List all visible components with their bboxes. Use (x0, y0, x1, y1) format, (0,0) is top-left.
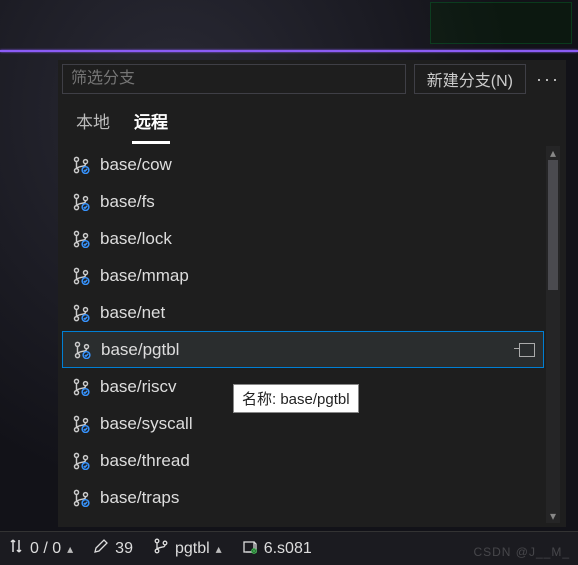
panel-header: 新建分支(N) ··· (58, 60, 566, 100)
branch-label: base/lock (100, 229, 534, 249)
repo-icon (242, 538, 258, 559)
scrollbar[interactable]: ▴ ▾ (546, 146, 560, 523)
chevron-up-icon: ▴ (67, 542, 73, 556)
branch-label: base/mmap (100, 266, 534, 286)
branch-label: base/thread (100, 451, 534, 471)
remote-branch-icon (72, 267, 90, 285)
pencil-icon (93, 538, 109, 559)
status-repo[interactable]: 6.s081 (242, 538, 312, 559)
remote-branch-icon (72, 193, 90, 211)
remote-branch-icon (72, 415, 90, 433)
remote-branch-icon (72, 230, 90, 248)
list-item[interactable]: base/thread (62, 442, 544, 479)
remote-branch-icon (73, 341, 91, 359)
list-item[interactable]: base/traps (62, 479, 544, 516)
branch-icon (153, 538, 169, 559)
new-branch-button[interactable]: 新建分支(N) (414, 64, 526, 94)
branch-list-wrap: base/cow base/fs base/lock base/mmap base/ne… (62, 146, 562, 523)
remote-branch-icon (72, 378, 90, 396)
sync-count: 0 / 0 (30, 540, 61, 558)
branch-label: base/net (100, 303, 534, 323)
remote-branch-icon (72, 156, 90, 174)
status-sync[interactable]: 0 / 0 ▴ (8, 538, 73, 559)
branch-picker-panel: 新建分支(N) ··· 本地 远程 base/cow base/fs base/lo… (58, 60, 566, 527)
panel-top-divider (0, 50, 578, 52)
status-branch[interactable]: pgtbl ▴ (153, 538, 222, 559)
remote-branch-icon (72, 304, 90, 322)
branch-name: pgtbl (175, 540, 210, 558)
branch-list: base/cow base/fs base/lock base/mmap base/ne… (62, 146, 544, 523)
list-item[interactable]: base/lock (62, 220, 544, 257)
scroll-down-button[interactable]: ▾ (546, 509, 560, 523)
status-changes[interactable]: 39 (93, 538, 133, 559)
remote-branch-icon (72, 489, 90, 507)
branch-label: base/pgtbl (101, 340, 509, 360)
status-bar: 0 / 0 ▴ 39 pgtbl ▴ 6.s081 (0, 531, 578, 565)
chevron-up-icon: ▴ (216, 542, 222, 556)
branch-label: base/traps (100, 488, 534, 508)
remote-branch-icon (72, 452, 90, 470)
scroll-thumb[interactable] (548, 160, 558, 290)
scroll-up-button[interactable]: ▴ (546, 146, 560, 160)
branch-tooltip: 名称: base/pgtbl (233, 384, 359, 413)
more-actions-button[interactable]: ··· (534, 64, 562, 94)
branch-tabs: 本地 远程 (58, 100, 566, 144)
tab-local[interactable]: 本地 (74, 106, 112, 144)
list-item[interactable]: base/net (62, 294, 544, 331)
repo-name: 6.s081 (264, 540, 312, 558)
list-item[interactable]: base/cow (62, 146, 544, 183)
branch-label: base/cow (100, 155, 534, 175)
branch-filter-input[interactable] (62, 64, 406, 94)
tab-remote[interactable]: 远程 (132, 106, 170, 144)
pin-icon[interactable] (519, 343, 535, 357)
list-item[interactable]: base/mmap (62, 257, 544, 294)
changes-count: 39 (115, 540, 133, 558)
list-item[interactable]: base/pgtbl (62, 331, 544, 368)
branch-label: base/fs (100, 192, 534, 212)
branch-label: base/syscall (100, 414, 534, 434)
list-item[interactable]: base/fs (62, 183, 544, 220)
sync-arrows-icon (8, 538, 24, 559)
